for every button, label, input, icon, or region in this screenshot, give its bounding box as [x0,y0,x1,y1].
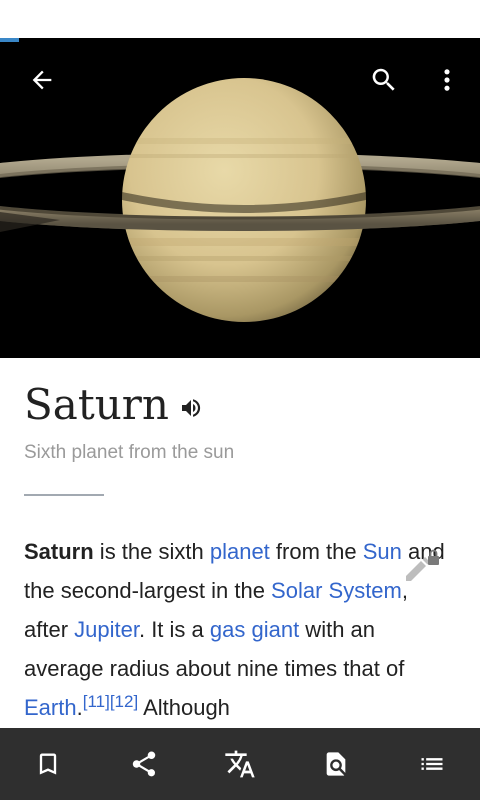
find-in-page-icon [326,752,346,776]
translate-icon [225,750,255,778]
pronunciation-button[interactable] [179,395,205,421]
more-options-button[interactable] [423,56,471,104]
title-divider [24,494,104,496]
edit-locked-icon [406,549,439,581]
page-title: Saturn [24,380,169,429]
arrow-left-icon [32,70,52,90]
reference-12[interactable]: [12] [110,692,138,711]
lead-image[interactable] [0,42,480,358]
link-gas-giant[interactable]: gas giant [210,617,299,642]
save-button[interactable] [18,734,78,794]
link-planet[interactable]: planet [210,539,270,564]
contents-button[interactable] [402,734,462,794]
reference-11[interactable]: [11] [83,692,110,711]
link-earth[interactable]: Earth [24,695,77,720]
text-run: is the sixth [93,539,210,564]
title-row: Saturn [24,380,205,429]
list-icon [421,758,443,770]
saturn-planet-image [0,78,480,322]
bottom-action-bar [0,728,480,800]
link-sun[interactable]: Sun [363,539,402,564]
edit-locked-button[interactable] [402,546,444,586]
search-icon [372,68,395,91]
text-run: from the [269,539,363,564]
status-bar [0,0,480,38]
text-run: . It is a [138,617,210,642]
share-icon [132,751,156,777]
find-in-page-button[interactable] [306,734,366,794]
page-description: Sixth planet from the sun [24,442,235,463]
more-vertical-icon [444,69,450,91]
language-button[interactable] [210,734,270,794]
link-solar-system[interactable]: Solar System [271,578,402,603]
article-paragraph: Saturn is the sixth planet from the Sun … [24,532,456,727]
speaker-icon [181,398,200,417]
bookmark-icon [39,753,57,775]
text-run: Although [138,695,230,720]
bold-term: Saturn [24,539,94,564]
link-jupiter[interactable]: Jupiter [74,617,139,642]
back-button[interactable] [18,56,66,104]
search-button[interactable] [360,56,408,104]
share-button[interactable] [114,734,174,794]
